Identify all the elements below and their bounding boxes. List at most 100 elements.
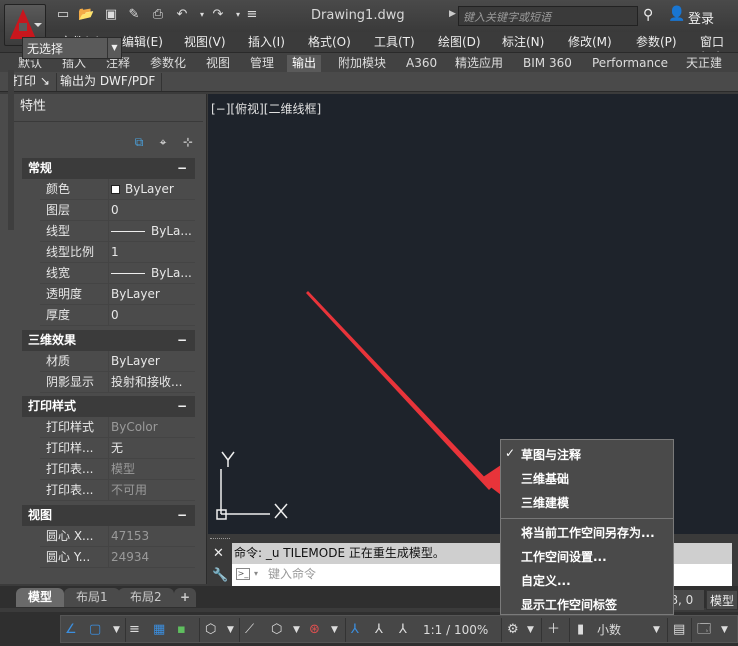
login-link[interactable]: 登录 bbox=[688, 8, 714, 27]
wrench-icon[interactable]: 🔧 bbox=[212, 568, 228, 583]
properties-scrollbar[interactable] bbox=[8, 70, 14, 230]
collapse-icon[interactable]: − bbox=[177, 505, 187, 525]
property-value[interactable]: 0 bbox=[108, 305, 194, 325]
section-header[interactable]: 常规 − bbox=[22, 158, 195, 179]
property-value[interactable]: ByLayer bbox=[108, 351, 194, 371]
tab-layout1[interactable]: 布局1 bbox=[64, 588, 120, 607]
quick-properties-icon[interactable]: ▤ bbox=[673, 622, 685, 638]
tab-performance[interactable]: Performance bbox=[587, 55, 673, 73]
chevron-down-icon[interactable]: ▼ bbox=[653, 622, 660, 638]
menu-item-drafting-annotation[interactable]: ✓ 草图与注释 bbox=[505, 446, 581, 463]
workspace-gear-icon[interactable]: ⚙ bbox=[507, 622, 519, 638]
select-objects-icon[interactable]: ⌖ bbox=[155, 134, 171, 150]
tab-layout2[interactable]: 布局2 bbox=[118, 588, 174, 607]
menu-dimension[interactable]: 标注(N) bbox=[502, 33, 544, 50]
collapse-icon[interactable]: − bbox=[177, 396, 187, 416]
close-icon[interactable]: ✕ bbox=[213, 546, 224, 561]
menu-item-display-workspace-label[interactable]: 显示工作空间标签 bbox=[521, 596, 617, 613]
menu-item-3d-modeling[interactable]: 三维建模 bbox=[521, 494, 569, 511]
property-row[interactable]: 线型比例 1 bbox=[40, 242, 195, 263]
property-value[interactable]: 模型 bbox=[108, 459, 194, 479]
gizmo-icon[interactable]: ⊛ bbox=[309, 622, 320, 638]
menu-edit[interactable]: 编辑(E) bbox=[122, 33, 163, 50]
transparency-icon[interactable]: ▦ bbox=[153, 622, 165, 638]
export-dwf-pdf-panel-button[interactable]: 输出为 DWF/PDF bbox=[54, 73, 163, 91]
menu-item-workspace-settings[interactable]: 工作空间设置... bbox=[521, 548, 607, 565]
open-icon[interactable]: 📂 bbox=[78, 8, 94, 22]
model-space-button[interactable]: 模型 bbox=[706, 590, 738, 610]
redo-icon[interactable]: ↷ bbox=[210, 8, 226, 22]
property-row[interactable]: 圆心 Y... 24934 bbox=[40, 547, 195, 568]
annotation-visibility-icon[interactable]: ⅄ bbox=[351, 622, 359, 638]
tab-parametric[interactable]: 参数化 bbox=[145, 55, 191, 73]
chevron-down-icon[interactable]: ▼ bbox=[113, 622, 120, 638]
section-header[interactable]: 打印样式 − bbox=[22, 396, 195, 417]
selection-dropdown[interactable]: 无选择 ▼ bbox=[22, 37, 122, 59]
user-icon[interactable]: 👤 bbox=[668, 6, 685, 22]
quick-select-icon[interactable]: ⧉ bbox=[131, 134, 147, 150]
auto-scale-icon[interactable]: ⅄ bbox=[375, 622, 383, 638]
property-row[interactable]: 线宽 ByLa... bbox=[40, 263, 195, 284]
tab-manage[interactable]: 管理 bbox=[245, 55, 279, 73]
section-header[interactable]: 三维效果 − bbox=[22, 330, 195, 351]
print-icon[interactable]: ⎙ bbox=[150, 8, 166, 22]
chevron-down-icon[interactable]: ▼ bbox=[227, 622, 234, 638]
property-value[interactable]: ByColor bbox=[108, 417, 194, 437]
property-row[interactable]: 透明度 ByLayer bbox=[40, 284, 195, 305]
new-icon[interactable]: ▭ bbox=[55, 8, 71, 22]
tab-model[interactable]: 模型 bbox=[16, 588, 65, 607]
property-value[interactable]: 24934 bbox=[108, 547, 194, 567]
property-row[interactable]: 打印样... 无 bbox=[40, 438, 195, 459]
menu-item-customize[interactable]: 自定义... bbox=[521, 572, 571, 589]
property-row[interactable]: 圆心 X... 47153 bbox=[40, 526, 195, 547]
tab-output[interactable]: 输出 bbox=[287, 55, 322, 73]
collapse-icon[interactable]: − bbox=[177, 330, 187, 350]
tab-bim360[interactable]: BIM 360 bbox=[518, 55, 577, 73]
property-value[interactable]: 不可用 bbox=[108, 480, 194, 500]
chevron-down-icon[interactable]: ▾ bbox=[254, 569, 258, 578]
undo-dropdown-icon[interactable]: ▾ bbox=[194, 8, 210, 22]
property-value[interactable]: 47153 bbox=[108, 526, 194, 546]
add-layout-button[interactable]: + bbox=[174, 588, 197, 607]
expand-arrow-icon[interactable]: ▶ bbox=[449, 9, 456, 19]
property-value[interactable]: ByLayer bbox=[108, 284, 194, 304]
property-row[interactable]: 阴影显示 投射和接收... bbox=[40, 372, 195, 393]
property-value[interactable]: ByLayer bbox=[108, 179, 194, 199]
property-value[interactable]: 投射和接收... bbox=[108, 372, 194, 392]
property-row[interactable]: 打印样式 ByColor bbox=[40, 417, 195, 438]
grip-icon[interactable] bbox=[210, 538, 230, 542]
selection-cycling-icon[interactable]: ▪ bbox=[177, 622, 186, 638]
binoculars-icon[interactable]: ⚲ bbox=[643, 7, 653, 23]
property-value[interactable]: 无 bbox=[108, 438, 194, 458]
menu-modify[interactable]: 修改(M) bbox=[568, 33, 612, 50]
property-value[interactable]: ByLa... bbox=[108, 221, 194, 241]
plus-icon[interactable]: ＋ bbox=[547, 622, 560, 638]
property-row[interactable]: 打印表... 模型 bbox=[40, 459, 195, 480]
selection-filter-icon[interactable]: ⬡ bbox=[271, 622, 282, 638]
section-header[interactable]: 视图 − bbox=[22, 505, 195, 526]
tab-addins[interactable]: 附加模块 bbox=[333, 55, 391, 73]
tab-view[interactable]: 视图 bbox=[201, 55, 235, 73]
annotation-icon[interactable]: ⅄ bbox=[399, 622, 407, 638]
3d-osnap-icon[interactable]: ⬡ bbox=[205, 622, 216, 638]
property-row[interactable]: 线型 ByLa... bbox=[40, 221, 195, 242]
tab-featured-apps[interactable]: 精选应用 bbox=[450, 55, 508, 73]
property-row[interactable]: 打印表... 不可用 bbox=[40, 480, 195, 501]
menu-item-3d-basics[interactable]: 三维基础 bbox=[521, 470, 569, 487]
property-row[interactable]: 材质 ByLayer bbox=[40, 351, 195, 372]
property-row[interactable]: 颜色 ByLayer bbox=[40, 179, 195, 200]
chevron-down-icon[interactable]: ▼ bbox=[331, 622, 338, 638]
menu-parameter[interactable]: 参数(P) bbox=[636, 33, 677, 50]
collapse-icon[interactable]: − bbox=[177, 158, 187, 178]
property-row[interactable]: 厚度 0 bbox=[40, 305, 195, 326]
osnap-icon[interactable]: ▢ bbox=[89, 622, 101, 638]
property-value[interactable]: 1 bbox=[108, 242, 194, 262]
dynamic-ucs-icon[interactable]: ⟋ bbox=[245, 622, 254, 638]
customize-icon[interactable]: ≡ bbox=[244, 8, 260, 22]
menu-tools[interactable]: 工具(T) bbox=[374, 33, 415, 50]
menu-item-save-workspace-as[interactable]: 将当前工作空间另存为... bbox=[521, 524, 655, 541]
search-input[interactable]: 键入关键字或短语 bbox=[458, 6, 638, 26]
save-icon[interactable]: ▣ bbox=[103, 8, 119, 22]
viewport-controls-label[interactable]: [−][俯视][二维线框] bbox=[211, 100, 321, 117]
tab-tangent[interactable]: 天正建筑 bbox=[681, 55, 738, 87]
